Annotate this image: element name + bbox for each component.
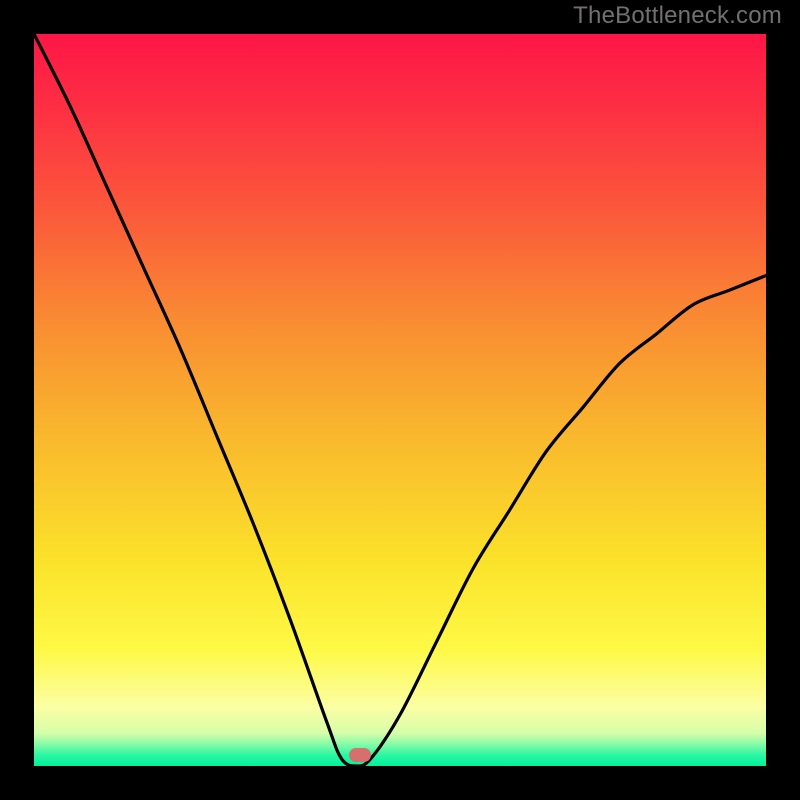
optimal-point-marker [349,748,371,762]
plot-area [34,34,766,766]
chart-frame: TheBottleneck.com [0,0,800,800]
attribution-label: TheBottleneck.com [573,2,782,30]
bottleneck-curve [34,34,766,766]
